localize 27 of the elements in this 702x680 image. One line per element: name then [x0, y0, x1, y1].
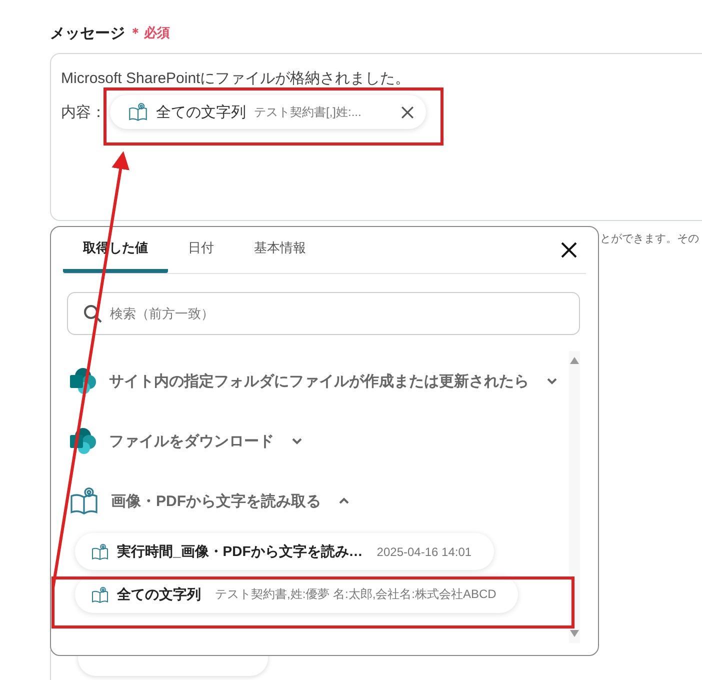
search-icon — [83, 304, 103, 324]
variable-item[interactable]: 全ての文字列 テスト契約書,姓:優夢 名:太郎,会社名:株式会社ABCD — [75, 576, 518, 613]
group-title[interactable]: 画像・PDFから文字を読み取る — [111, 492, 321, 510]
tab[interactable]: 日付 — [168, 227, 234, 273]
book-icon — [69, 486, 99, 516]
tab[interactable]: 基本情報 — [234, 227, 326, 273]
required-mark: ＊ — [129, 24, 142, 42]
book-icon — [91, 586, 109, 604]
book-icon — [91, 542, 109, 560]
scrollbar[interactable] — [569, 351, 580, 643]
book-icon — [128, 102, 148, 122]
scroll-down-icon[interactable] — [570, 630, 579, 637]
message-field[interactable]: Microsoft SharePointにファイルが格納されました。 内容： 全ての文字列 テスト契約書[,]姓:... — [50, 53, 702, 221]
scroll-up-icon[interactable] — [570, 357, 579, 364]
variable-chip[interactable]: 全ての文字列 テスト契約書[,]姓:... — [110, 95, 426, 129]
group-title[interactable]: ファイルをダウンロード — [109, 432, 274, 450]
sharepoint-icon — [69, 427, 97, 455]
content-label: 内容： — [61, 102, 106, 122]
hint-text: とができます。その — [600, 232, 699, 246]
variable-item[interactable]: 実行時間_画像・PDFから文字を読み… 2025-04-16 14:01 — [75, 533, 494, 570]
message-text: Microsoft SharePointにファイルが格納されました。 — [61, 69, 412, 89]
group-title[interactable]: サイト内の指定フォルダにファイルが作成または更新されたら — [109, 372, 529, 390]
field-label: メッセージ — [50, 24, 125, 42]
close-icon[interactable] — [401, 106, 414, 118]
sharepoint-icon — [69, 367, 97, 395]
required-text: 必須 — [144, 24, 170, 42]
search-field[interactable]: 検索（前方一致） — [67, 292, 580, 335]
